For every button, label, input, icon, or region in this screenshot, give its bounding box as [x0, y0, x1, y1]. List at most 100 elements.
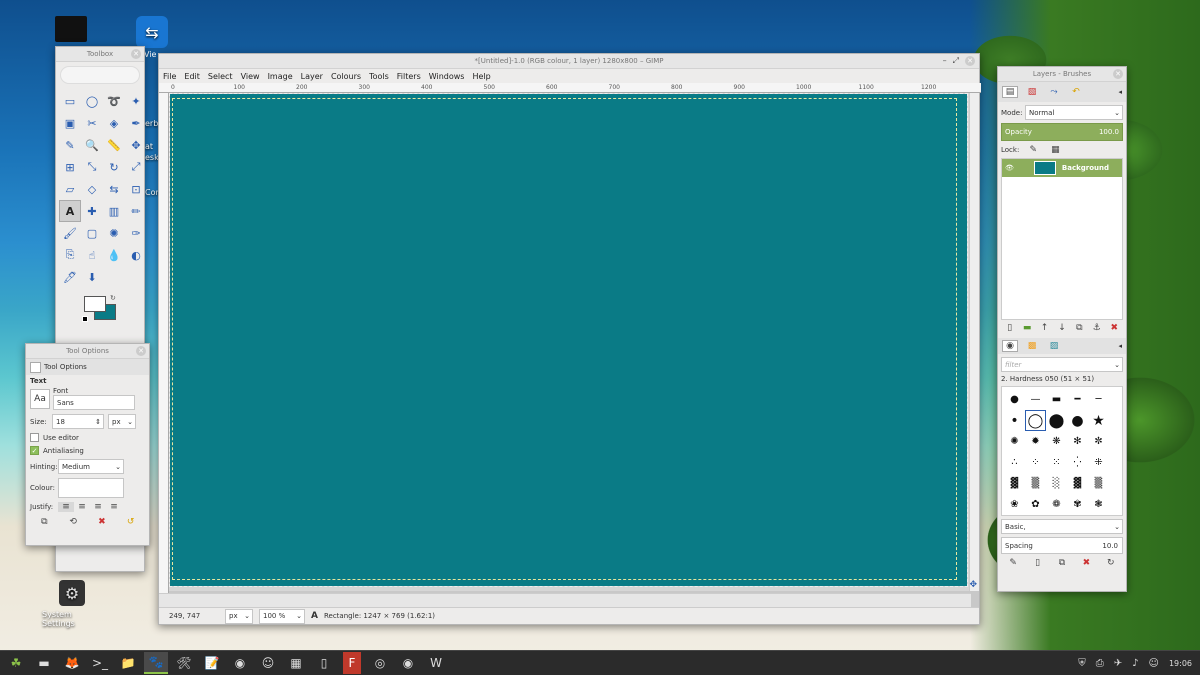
brush-thumbnail[interactable]: ▒	[1088, 473, 1109, 494]
rotate-tool-icon[interactable]: ↻	[103, 156, 125, 178]
color-select-tool-icon[interactable]: ▣	[59, 112, 81, 134]
undo-tab-icon[interactable]: ↶	[1068, 87, 1084, 97]
color-picker-tool-icon[interactable]: ✎	[59, 134, 81, 156]
brush-thumbnail[interactable]: ❁	[1046, 494, 1067, 515]
horizontal-scrollbar[interactable]	[159, 593, 971, 607]
brush-thumbnail[interactable]: ✼	[1088, 431, 1109, 452]
menu-tools[interactable]: Tools	[369, 72, 389, 81]
chromium-icon[interactable]: ◉	[228, 652, 252, 674]
brush-thumbnail[interactable]: —	[1025, 389, 1046, 410]
desktop-icon-teamviewer[interactable]: ⇆	[136, 16, 168, 48]
avatar-icon[interactable]: ☺	[256, 652, 280, 674]
mode-select[interactable]: Normal ⌄	[1025, 105, 1123, 120]
brush-thumbnail[interactable]: ⬤	[1046, 410, 1067, 431]
free-select-tool-icon[interactable]: ➰	[103, 90, 125, 112]
brush-thumbnail[interactable]: ▒	[1004, 515, 1025, 516]
menu-help[interactable]: Help	[472, 72, 490, 81]
brush-thumbnail[interactable]: •	[1004, 410, 1025, 431]
brush-thumbnail[interactable]: ░	[1067, 515, 1088, 516]
unit-select[interactable]: px ⌄	[225, 608, 253, 624]
mypaint-tool-icon[interactable]: 🖊	[59, 266, 81, 288]
paths-tab-icon[interactable]: ⤳	[1046, 87, 1062, 97]
close-icon[interactable]: ✕	[965, 56, 975, 66]
calc-icon[interactable]: ▦	[284, 652, 308, 674]
edit-brush-icon[interactable]: ✎	[1005, 558, 1021, 568]
scale-tool-icon[interactable]: ⤢	[125, 156, 147, 178]
layer-row[interactable]: 👁 Background	[1002, 159, 1122, 177]
paintbrush-tool-icon[interactable]: 🖌	[59, 222, 81, 244]
opacity-slider[interactable]: Opacity 100.0	[1001, 123, 1123, 141]
rect-select-tool-icon[interactable]: ▭	[59, 90, 81, 112]
desktop-icon-system-settings[interactable]: ⚙ System Settings	[42, 580, 102, 628]
brush-thumbnail[interactable]: ⁛	[1067, 452, 1088, 473]
gradients-tab-icon[interactable]: ▨	[1046, 341, 1062, 351]
brush-thumbnail[interactable]: ✾	[1067, 494, 1088, 515]
brush-thumbnail[interactable]: ●	[1067, 410, 1088, 431]
navigate-icon[interactable]: ✥	[969, 580, 977, 590]
brush-thumbnail[interactable]: ━	[1067, 389, 1088, 410]
brush-thumbnail[interactable]: ⁜	[1088, 452, 1109, 473]
ink-tool-icon[interactable]: ✑	[125, 222, 147, 244]
paths-tool-icon[interactable]: ✒	[125, 112, 147, 134]
new-brush-icon[interactable]: ▯	[1030, 558, 1046, 568]
tool-options-tab[interactable]: Tool Options	[26, 359, 149, 375]
vlc-icon[interactable]: ◉	[396, 652, 420, 674]
rectangle-selection[interactable]	[172, 98, 957, 580]
layers-tab-icon[interactable]: ▤	[1002, 86, 1018, 98]
brush-thumbnail[interactable]: ▬	[1046, 389, 1067, 410]
tab-menu-icon[interactable]: ◂	[1118, 342, 1122, 350]
reset-options-icon[interactable]: ↺	[123, 517, 139, 527]
color-swatches[interactable]: ↻	[82, 294, 144, 334]
brush-thumbnail[interactable]: ▒	[1088, 515, 1109, 516]
justify-left-icon[interactable]: ≡	[58, 502, 74, 512]
close-icon[interactable]: ✕	[1113, 69, 1123, 79]
tab-menu-icon[interactable]: ◂	[1118, 88, 1122, 96]
brush-thumbnail[interactable]: ▒	[1025, 473, 1046, 494]
pencil-tool-icon[interactable]: ✏	[125, 200, 147, 222]
vertical-scrollbar[interactable]	[969, 93, 979, 591]
menu-filters[interactable]: Filters	[397, 72, 421, 81]
menu-icon[interactable]: ☘	[4, 652, 28, 674]
clone-tool-icon[interactable]: ⎘	[59, 244, 81, 266]
brush-thumbnail[interactable]: ❀	[1004, 494, 1025, 515]
restore-options-icon[interactable]: ⟲	[65, 517, 81, 527]
spacing-slider[interactable]: Spacing 10.0	[1001, 537, 1123, 554]
eye-icon[interactable]: 👁	[1005, 164, 1014, 172]
horizontal-ruler[interactable]: 0 100 200 300 400 500 600 700 800 900 1000 1100 1200	[159, 83, 981, 93]
brush-thumbnail[interactable]: ▓	[1046, 515, 1067, 516]
shear-tool-icon[interactable]: ▱	[59, 178, 81, 200]
font-input[interactable]: Sans	[53, 395, 135, 410]
toolbox-titlebar[interactable]: Toolbox ✕	[56, 47, 144, 62]
lock-pixels-icon[interactable]: ✎	[1025, 145, 1041, 155]
menu-image[interactable]: Image	[268, 72, 293, 81]
brushes-tab-icon[interactable]: ◉	[1002, 340, 1018, 352]
save-options-icon[interactable]: ⧉	[36, 517, 52, 527]
brush-thumbnail[interactable]: ░	[1046, 473, 1067, 494]
printer-icon[interactable]: ⎙	[1096, 658, 1104, 669]
move-tool-icon[interactable]: ✥	[125, 134, 147, 156]
writer-icon[interactable]: W	[424, 652, 448, 674]
user-icon[interactable]: ☺	[1149, 658, 1159, 669]
duplicate-brush-icon[interactable]: ⧉	[1054, 558, 1070, 568]
bucket-tool-icon[interactable]: ⬇	[81, 266, 103, 288]
brush-thumbnail[interactable]: ▓	[1067, 473, 1088, 494]
clock[interactable]: 19:06	[1169, 659, 1192, 668]
disk-icon[interactable]: ◎	[368, 652, 392, 674]
raise-layer-icon[interactable]: ↑	[1037, 323, 1053, 333]
delete-layer-icon[interactable]: ✖	[1106, 323, 1122, 333]
size-unit-select[interactable]: px ⌄	[108, 414, 136, 429]
hinting-select[interactable]: Medium ⌄	[58, 459, 124, 474]
use-editor-checkbox[interactable]	[30, 433, 39, 442]
swap-colors-icon[interactable]: ↻	[110, 294, 116, 302]
channels-tab-icon[interactable]: ▧	[1024, 87, 1040, 97]
menu-edit[interactable]: Edit	[184, 72, 200, 81]
document-icon[interactable]: ▯	[312, 652, 336, 674]
patterns-tab-icon[interactable]: ▩	[1024, 341, 1040, 351]
align-tool-icon[interactable]: ⊞	[59, 156, 81, 178]
brush-thumbnail[interactable]: ★	[1088, 410, 1109, 431]
brush-thumbnail[interactable]: ∴	[1004, 452, 1025, 473]
brush-grid[interactable]: ●—▬━─•◯⬤●★✺✹❋✻✼∴⁘⁙⁛⁜▓▒░▓▒❀✿❁✾❃▒░▓░▒	[1001, 386, 1123, 516]
justify-right-icon[interactable]: ≡	[74, 502, 90, 512]
vertical-ruler[interactable]	[159, 93, 169, 593]
desktop-icon-computer[interactable]	[55, 16, 87, 42]
